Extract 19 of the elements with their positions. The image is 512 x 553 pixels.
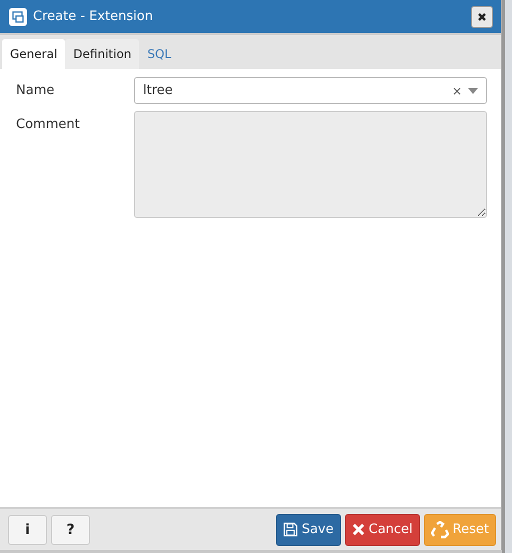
field-label: Name xyxy=(16,82,56,100)
tab[interactable]: SQL xyxy=(139,39,180,69)
clear-button[interactable]: × xyxy=(452,84,462,98)
recycle-icon xyxy=(430,520,449,538)
cancel-button[interactable]: Cancel xyxy=(344,514,420,546)
window-title: Create - Extension xyxy=(33,9,154,24)
field-value: ltree xyxy=(143,83,174,98)
x-icon xyxy=(352,523,365,536)
help-button[interactable]: i xyxy=(8,514,47,544)
tab[interactable]: Definition xyxy=(65,39,140,69)
select-field[interactable]: ltree × xyxy=(134,77,487,104)
close-icon xyxy=(477,12,487,22)
field-label: Comment xyxy=(16,116,81,134)
tab[interactable]: General xyxy=(2,39,66,69)
document-icon xyxy=(9,8,27,26)
dropdown-arrow-icon xyxy=(468,88,478,94)
close-button[interactable] xyxy=(471,6,493,28)
help-button[interactable]: ? xyxy=(51,514,90,544)
save-button[interactable]: Save xyxy=(276,514,341,546)
